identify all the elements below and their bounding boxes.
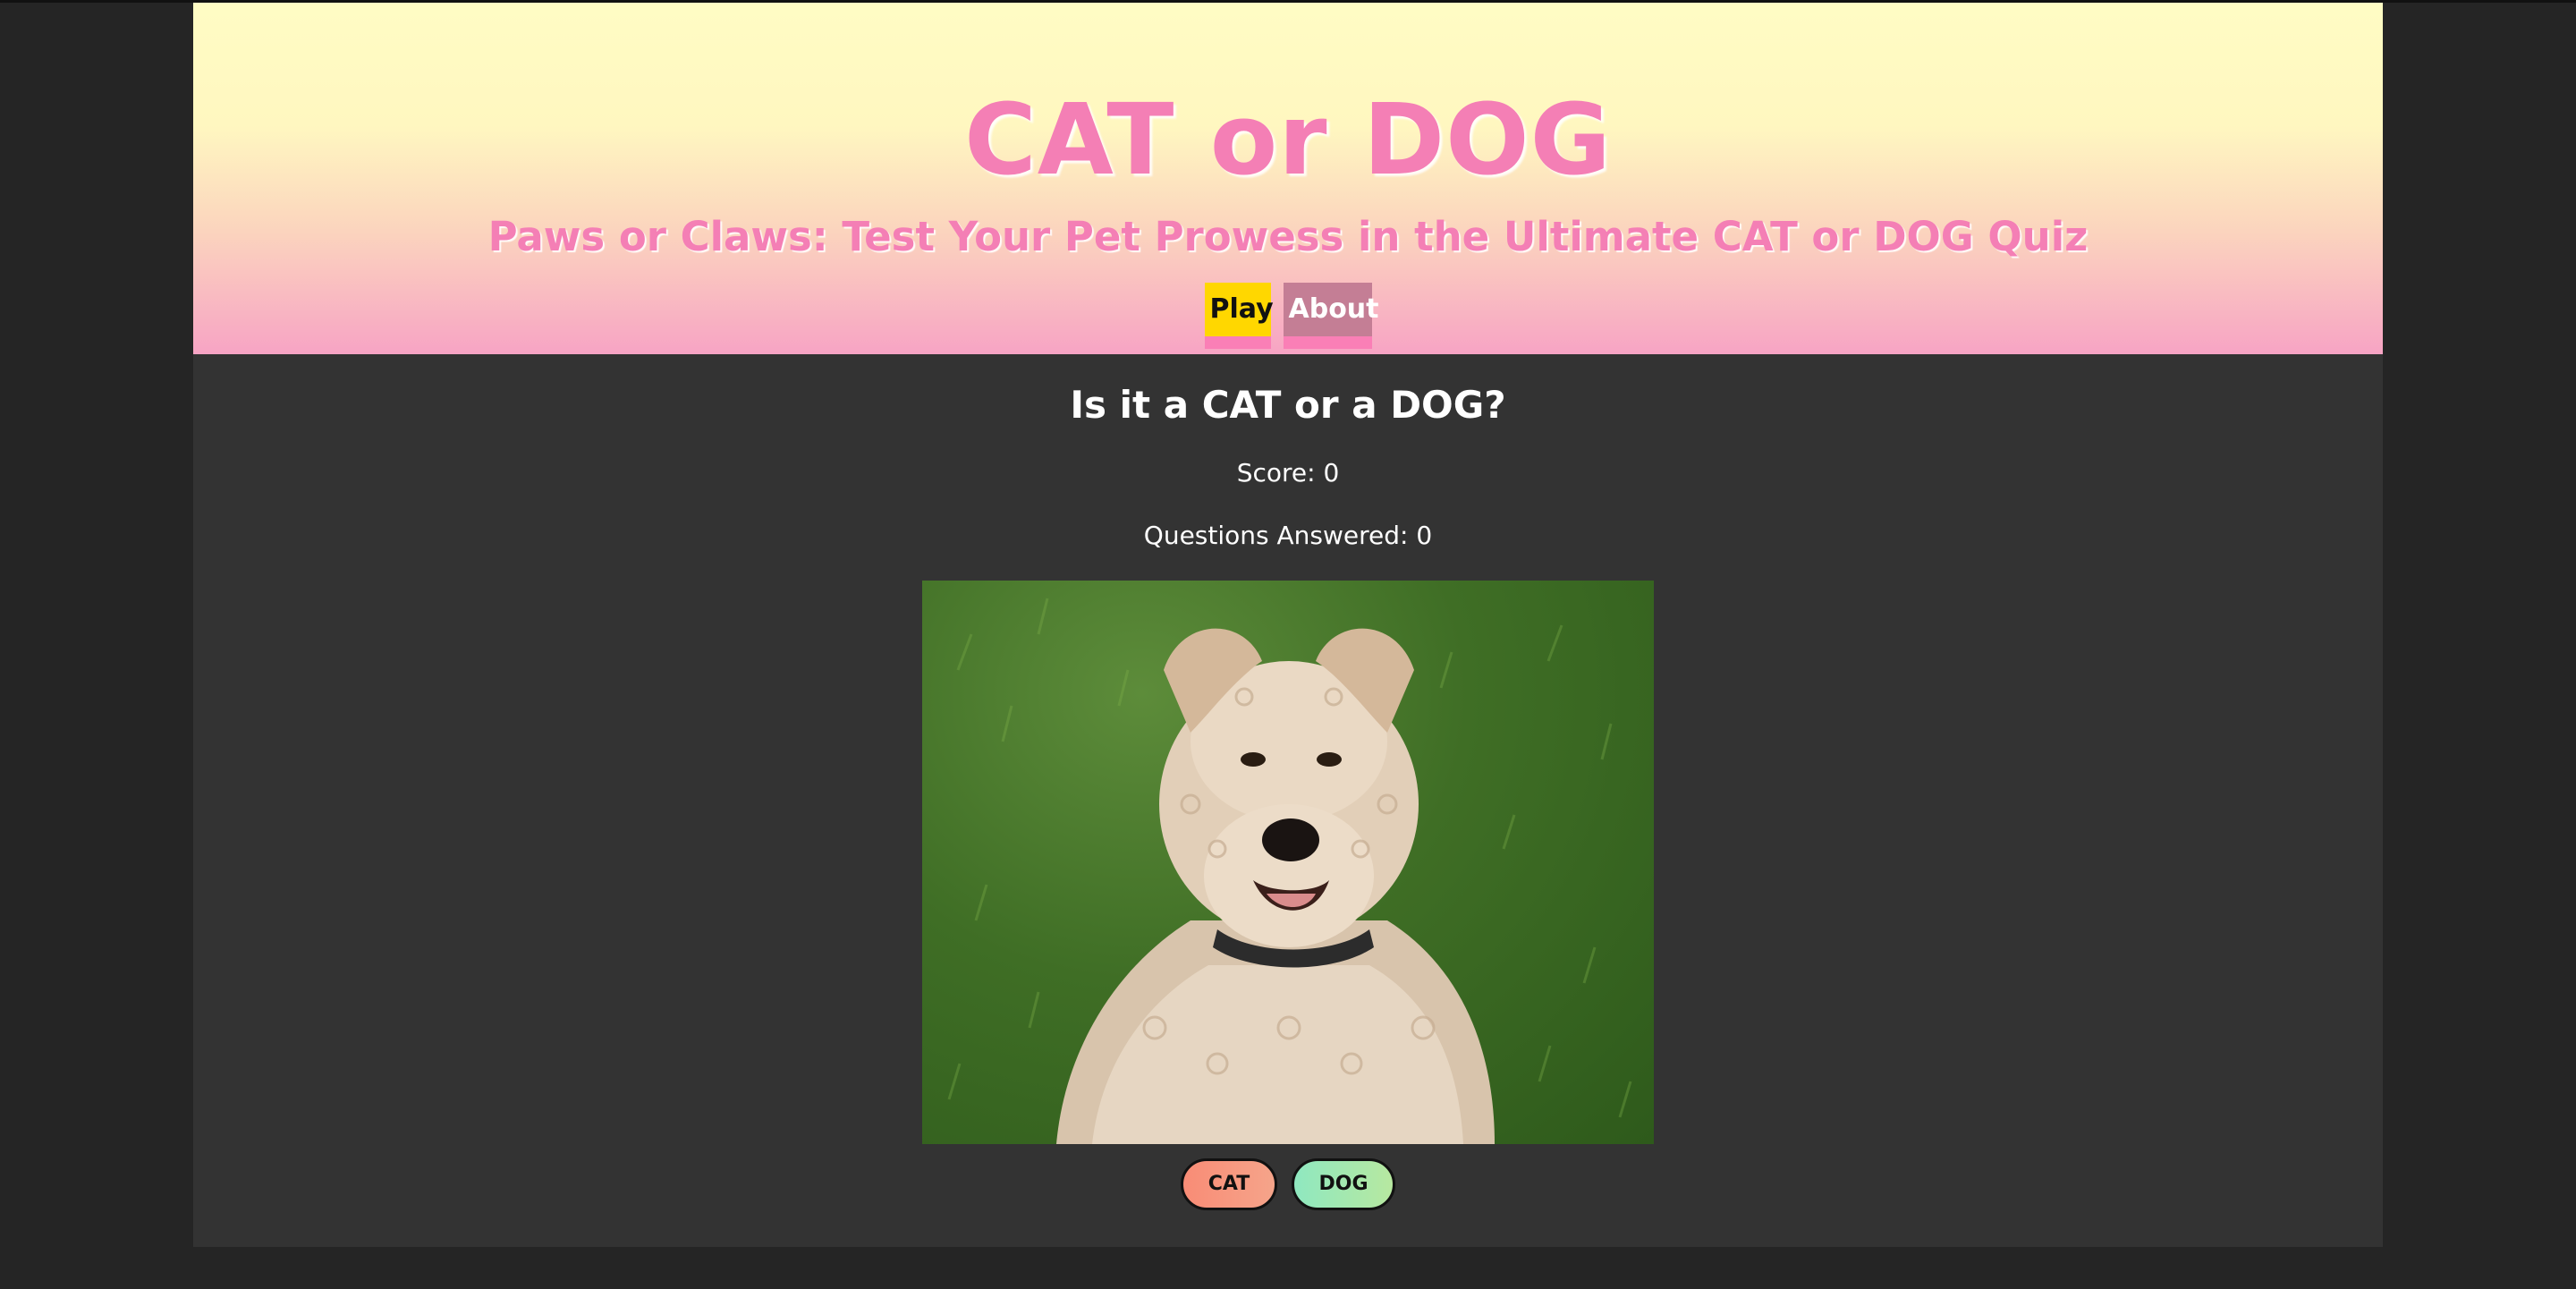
nav-play-button[interactable]: Play xyxy=(1204,283,1274,349)
main-nav: Play About xyxy=(193,283,2383,349)
site-title: CAT or DOG xyxy=(964,82,1612,197)
cat-answer-button[interactable]: CAT xyxy=(1181,1158,1277,1210)
questions-answered-display: Questions Answered: 0 xyxy=(1143,521,1433,550)
quiz-photo xyxy=(922,581,1654,1144)
dog-answer-button[interactable]: DOG xyxy=(1292,1158,1395,1210)
nav-about-button[interactable]: About xyxy=(1283,283,1379,349)
answer-buttons: CAT DOG xyxy=(193,1158,2383,1210)
page-container: CAT or DOG Paws or Claws: Test Your Pet … xyxy=(193,3,2383,1247)
dog-photo-illustration xyxy=(947,598,1632,1144)
site-subtitle: Paws or Claws: Test Your Pet Prowess in … xyxy=(487,213,2089,260)
score-display: Score: 0 xyxy=(1236,458,1340,488)
quiz-question: Is it a CAT or a DOG? xyxy=(1070,383,1506,427)
site-header: CAT or DOG Paws or Claws: Test Your Pet … xyxy=(193,3,2383,354)
